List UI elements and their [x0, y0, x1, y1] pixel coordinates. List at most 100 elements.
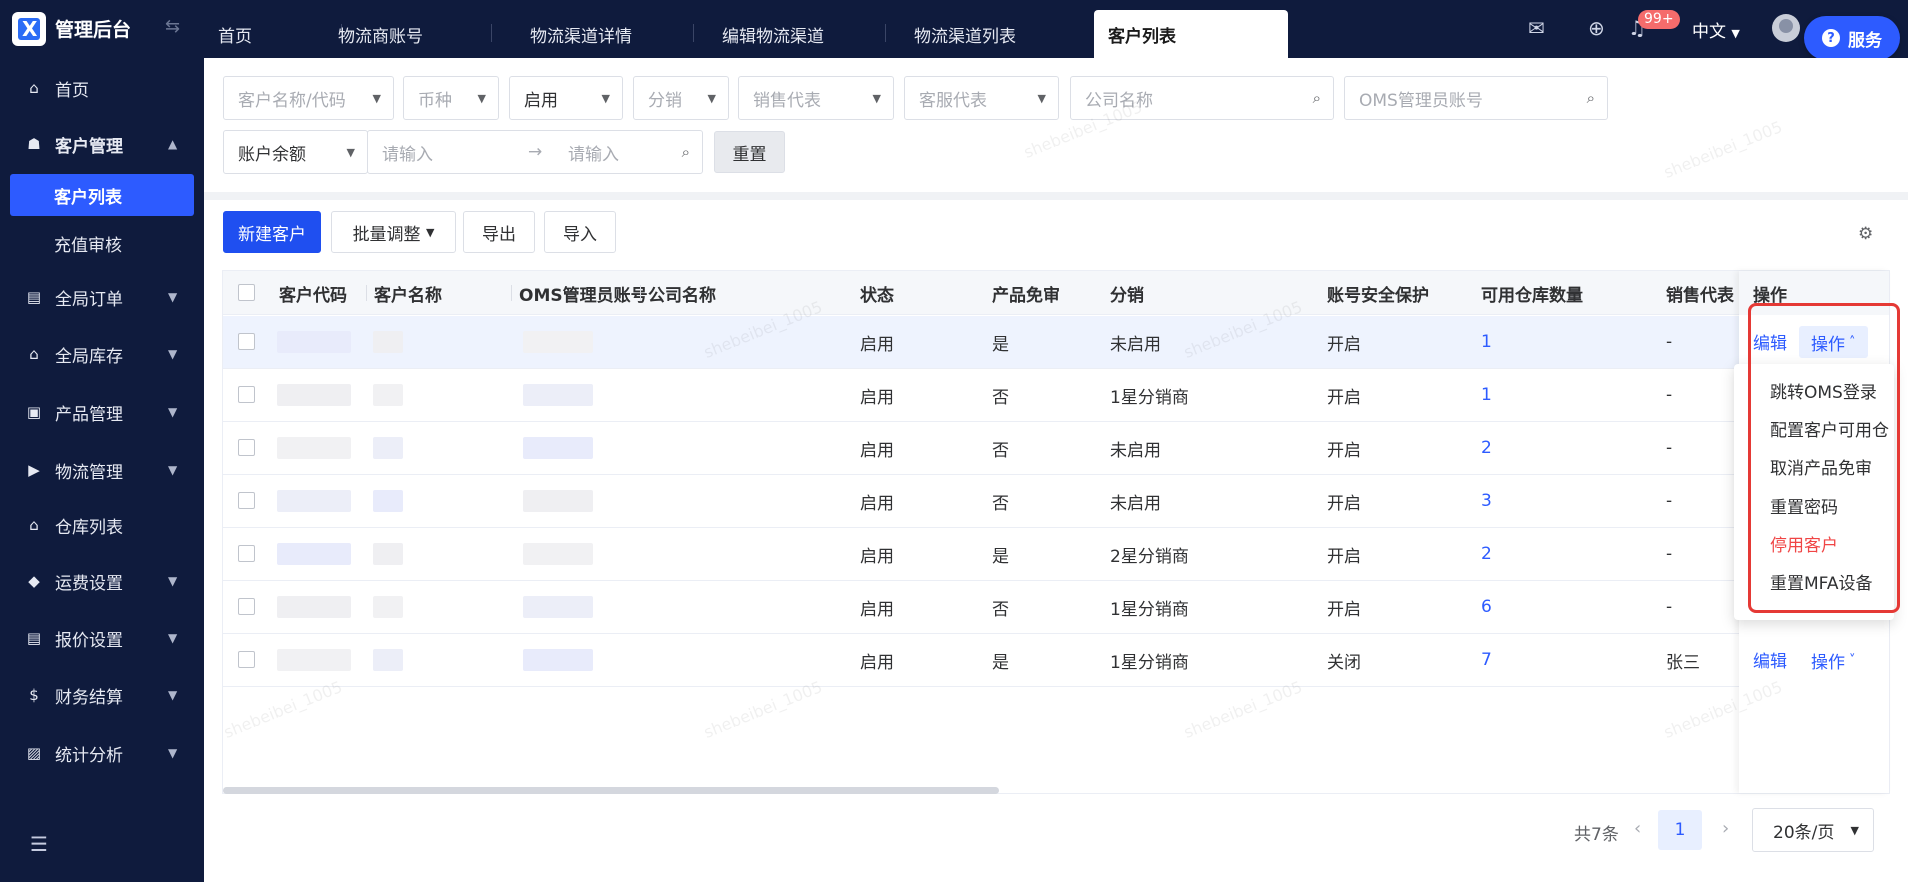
redacted-cell [277, 384, 351, 406]
cell-warehouse-count[interactable]: 7 [1481, 634, 1492, 686]
dollar-icon: $ [29, 686, 39, 704]
menu-collapse-icon[interactable]: ☰ [30, 832, 48, 856]
redacted-cell [373, 437, 403, 459]
language-select[interactable]: 中文 ▼ [1692, 17, 1740, 42]
customer-list-card: 新建客户 批量调整 ▼ 导出 导入 ⚙ 客户代码 客户名称 OMS管理员账号 公… [204, 200, 1908, 882]
cell-security: 开启 [1327, 387, 1361, 408]
sidebar-item-customer-management[interactable]: ☗ 客户管理 ▲ [0, 124, 204, 164]
cell-sales-rep: - [1666, 597, 1673, 617]
sidebar-item-stats[interactable]: ▨ 统计分析 ▼ [0, 733, 204, 773]
language-label: 中文 [1692, 22, 1726, 42]
column-settings-icon[interactable]: ⚙ [1858, 224, 1873, 244]
cell-distribution: 1星分销商 [1110, 652, 1189, 673]
customer-select[interactable]: 客户名称/代码 ▼ [223, 76, 394, 120]
cell-status: 启用 [860, 652, 894, 673]
operations-menu-button[interactable]: 操作 ˅ [1799, 644, 1868, 676]
batch-adjust-button[interactable]: 批量调整 ▼ [331, 211, 456, 253]
tab-channel-detail[interactable]: 物流渠道详情 [530, 10, 694, 58]
sidebar-item-warehouses[interactable]: ⌂ 仓库列表 [0, 505, 204, 545]
sidebar-item-quotes[interactable]: ▤ 报价设置 ▼ [0, 618, 204, 658]
search-icon[interactable]: ⌕ [682, 143, 690, 161]
sales-rep-select[interactable]: 销售代表 ▼ [738, 76, 894, 120]
cell-warehouse-count[interactable]: 1 [1481, 316, 1492, 368]
chevron-down-icon: ▼ [601, 91, 610, 105]
edit-link[interactable]: 编辑 [1753, 647, 1787, 672]
swap-icon[interactable]: ⇆ [165, 16, 180, 37]
sidebar-item-orders[interactable]: ▤ 全局订单 ▼ [0, 277, 204, 317]
cell-security: 开启 [1327, 599, 1361, 620]
chevron-down-icon: ▼ [168, 631, 178, 645]
row-checkbox[interactable] [238, 386, 255, 403]
sidebar-item-customer-list[interactable]: 客户列表 [10, 174, 194, 216]
sidebar-item-inventory[interactable]: ⌂ 全局库存 ▼ [0, 334, 204, 374]
new-customer-button[interactable]: 新建客户 [223, 211, 321, 253]
cell-warehouse-count[interactable]: 2 [1481, 422, 1492, 474]
row-checkbox[interactable] [238, 598, 255, 615]
chevron-down-icon: ▼ [168, 347, 178, 361]
table-row: 启用 是 未启用 开启 1 - [223, 316, 1889, 369]
redacted-cell [277, 490, 351, 512]
tab-home[interactable]: 首页 [218, 10, 342, 58]
service-button[interactable]: ? 服务 [1804, 16, 1900, 60]
cell-warehouse-count[interactable]: 2 [1481, 528, 1492, 580]
row-checkbox[interactable] [238, 492, 255, 509]
reset-button[interactable]: 重置 [714, 131, 785, 173]
cell-warehouse-count[interactable]: 3 [1481, 475, 1492, 527]
chevron-down-icon: ˅ [1849, 652, 1856, 668]
cell-distribution: 2星分销商 [1110, 546, 1189, 567]
redacted-cell [373, 543, 403, 565]
tab-channel-list[interactable]: 物流渠道列表 [914, 10, 1064, 58]
col-customer-name-label: 客户名称 [374, 285, 442, 306]
tab-customer-list[interactable]: 客户列表 [1094, 10, 1288, 58]
row-checkbox[interactable] [238, 651, 255, 668]
tab-label: 编辑物流渠道 [722, 26, 824, 47]
oms-account-search-input[interactable]: OMS管理员账号 ⌕ [1344, 76, 1608, 120]
cell-security: 开启 [1327, 440, 1361, 461]
balance-range-input[interactable]: 请输入 → 请输入 ⌕ [367, 130, 703, 174]
page-size-select[interactable]: 20条/页 ▼ [1752, 808, 1874, 852]
cell-status: 启用 [860, 440, 894, 461]
cell-status: 启用 [860, 493, 894, 514]
sidebar-item-recharge-review[interactable]: 充值审核 [10, 222, 194, 264]
sidebar-item-freight[interactable]: ◆ 运费设置 ▼ [0, 561, 204, 601]
sidebar-item-label: 仓库列表 [55, 517, 123, 538]
redacted-cell [277, 649, 351, 671]
search-icon[interactable]: ⌕ [1587, 89, 1595, 107]
cell-product-free: 否 [992, 387, 1009, 408]
inbox-icon[interactable]: ✉ [1528, 16, 1545, 40]
cell-warehouse-count[interactable]: 6 [1481, 581, 1492, 633]
sidebar-item-finance[interactable]: $ 财务结算 ▼ [0, 675, 204, 715]
balance-select[interactable]: 账户余额 ▼ [223, 130, 368, 174]
search-icon[interactable]: ⌕ [1313, 89, 1321, 107]
tab-logistics-account[interactable]: 物流商账号 [338, 10, 492, 58]
chevron-down-icon: ▼ [1037, 91, 1046, 105]
sidebar-item-home[interactable]: ⌂ 首页 [0, 68, 204, 108]
prev-page-icon[interactable]: ‹ [1634, 818, 1641, 839]
tab-edit-channel[interactable]: 编辑物流渠道 [722, 10, 886, 58]
row-checkbox[interactable] [238, 439, 255, 456]
sidebar-item-products[interactable]: ▣ 产品管理 ▼ [0, 392, 204, 432]
select-all-checkbox[interactable] [238, 284, 255, 301]
customer-select-placeholder: 客户名称/代码 [238, 90, 346, 111]
redacted-cell [523, 543, 593, 565]
cs-rep-select[interactable]: 客服代表 ▼ [904, 76, 1059, 120]
table-row: 启用 是 2星分销商 开启 2 - [223, 528, 1889, 581]
avatar[interactable] [1772, 14, 1800, 42]
status-select[interactable]: 启用 ▼ [509, 76, 623, 120]
export-button[interactable]: 导出 [463, 211, 535, 253]
app-logo [12, 12, 46, 46]
redacted-cell [523, 596, 593, 618]
currency-select[interactable]: 币种 ▼ [403, 76, 499, 120]
redacted-cell [523, 437, 593, 459]
next-page-icon[interactable]: › [1722, 818, 1729, 839]
download-icon[interactable]: ⊕ [1588, 16, 1605, 40]
row-checkbox[interactable] [238, 333, 255, 350]
col-status: 状态 [860, 285, 894, 306]
current-page-button[interactable]: 1 [1658, 810, 1702, 850]
horizontal-scrollbar[interactable] [223, 787, 999, 794]
distribution-select[interactable]: 分销 ▼ [633, 76, 729, 120]
import-button[interactable]: 导入 [544, 211, 616, 253]
row-checkbox[interactable] [238, 545, 255, 562]
sidebar-item-logistics[interactable]: ▶ 物流管理 ▼ [0, 450, 204, 490]
cell-warehouse-count[interactable]: 1 [1481, 369, 1492, 421]
